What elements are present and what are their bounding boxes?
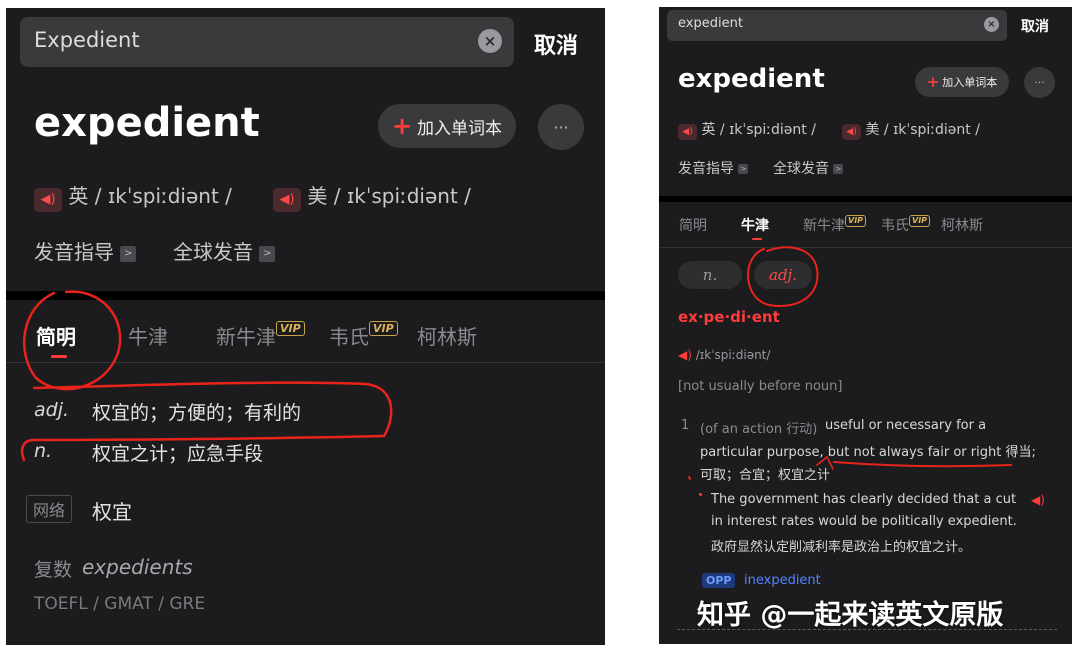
opposite-word-link[interactable]: inexpedient: [744, 573, 821, 588]
search-input[interactable]: expedient: [678, 16, 743, 31]
pron-us-ipa: / ɪkˈspiːdiənt /: [333, 184, 471, 208]
pron-uk[interactable]: ◀) 英 / ɪkˈspiːdiənt /: [678, 119, 816, 140]
tab-new-oxford[interactable]: 新牛津 VIP: [216, 321, 305, 350]
plural-label: 复数: [34, 559, 73, 581]
vip-badge: VIP: [909, 215, 931, 227]
pronunciation-guide-label: 发音指导: [34, 240, 114, 264]
headword: expedient: [678, 64, 825, 94]
web-definition: 权宜: [92, 500, 132, 524]
pron-uk-label: 英: [701, 122, 716, 138]
vip-badge: VIP: [276, 321, 305, 336]
speaker-icon[interactable]: ◀): [34, 187, 62, 212]
vip-badge: VIP: [845, 215, 867, 227]
global-pronunciation-link[interactable]: 全球发音 >: [773, 158, 844, 178]
def-pos-n: n.: [34, 440, 53, 462]
tab-oxford[interactable]: 牛津: [128, 321, 168, 350]
tab-webster[interactable]: 韦氏 VIP: [881, 215, 931, 235]
ellipsis-icon[interactable]: ···: [1024, 67, 1055, 98]
add-to-wordbook-button[interactable]: + 加入单词本: [915, 67, 1009, 97]
ellipsis-icon[interactable]: ···: [538, 104, 584, 150]
left-dictionary-screen: Expedient × 取消 expedient + 加入单词本 ··· ◀) …: [6, 8, 605, 645]
chevron-right-icon: >: [833, 164, 844, 174]
pron-us[interactable]: ◀) 美 / ɪkˈspiːdiənt /: [842, 119, 980, 140]
cancel-button[interactable]: 取消: [1021, 16, 1049, 36]
speaker-icon[interactable]: ◀): [1031, 493, 1045, 507]
tab-new-oxford-label: 新牛津: [216, 325, 276, 349]
plus-icon: +: [391, 112, 413, 140]
active-tab-indicator: [752, 238, 762, 240]
sense-number: 1: [681, 418, 690, 433]
pos-chip-adj[interactable]: adj.: [754, 261, 812, 289]
example-line2: in interest rates would be politically e…: [711, 514, 1017, 529]
tab-new-oxford-label: 新牛津: [803, 218, 845, 234]
pron-uk-ipa: / ɪkˈspiːdiənt /: [719, 122, 816, 138]
clear-icon[interactable]: ×: [984, 17, 999, 32]
tabs-divider: [6, 362, 605, 363]
tab-webster[interactable]: 韦氏 VIP: [329, 321, 398, 350]
add-to-wordbook-label: 加入单词本: [942, 76, 998, 89]
pron-uk[interactable]: ◀) 英 / ɪkˈspiːdiənt /: [34, 180, 232, 212]
web-tag: 网络: [26, 495, 73, 523]
global-pronunciation-label: 全球发音: [773, 161, 829, 177]
vip-badge: VIP: [369, 321, 398, 336]
pos-chip-noun[interactable]: n.: [678, 261, 742, 289]
section-divider: [6, 291, 605, 300]
pron-us-label: 美: [865, 122, 880, 138]
add-to-wordbook-button[interactable]: + 加入单词本: [378, 104, 516, 148]
example-bullet: [699, 493, 702, 496]
tab-new-oxford[interactable]: 新牛津 VIP: [803, 215, 867, 235]
oxford-pron[interactable]: ◀) /ɪkˈspiːdiənt/: [678, 348, 770, 362]
global-pronunciation-link[interactable]: 全球发音 >: [173, 236, 276, 265]
tab-collins[interactable]: 柯林斯: [941, 215, 983, 235]
pron-uk-ipa: / ɪkˈspiːdiənt /: [94, 184, 232, 208]
opposite-tag: OPP: [702, 573, 736, 588]
section-divider: [659, 196, 1072, 202]
tabs-divider: [659, 247, 1072, 248]
speaker-icon[interactable]: ◀): [273, 187, 301, 212]
speaker-icon[interactable]: ◀): [678, 124, 697, 140]
global-pronunciation-label: 全球发音: [173, 240, 253, 264]
tab-concise[interactable]: 简明: [36, 321, 76, 350]
sense-def-line2: particular purpose, but not always fair …: [700, 445, 1036, 460]
active-tab-indicator: [51, 355, 67, 358]
speaker-icon[interactable]: ◀): [678, 348, 692, 362]
def-text-n: 权宜之计；应急手段: [92, 443, 264, 465]
cancel-button[interactable]: 取消: [534, 28, 578, 60]
speaker-icon[interactable]: ◀): [842, 124, 861, 140]
clear-icon[interactable]: ×: [478, 29, 502, 53]
exam-tags: TOEFL / GMAT / GRE: [34, 594, 206, 614]
tab-collins[interactable]: 柯林斯: [417, 321, 477, 350]
tab-concise[interactable]: 简明: [679, 215, 707, 235]
example-translation: 政府显然认定削减利率是政治上的权宜之计。: [711, 540, 972, 555]
chevron-right-icon: >: [120, 245, 137, 262]
tab-oxford[interactable]: 牛津: [741, 215, 769, 235]
pron-us-ipa: / ɪkˈspiːdiənt /: [883, 122, 980, 138]
chevron-right-icon: >: [259, 245, 276, 262]
headword: expedient: [34, 100, 260, 146]
tab-webster-label: 韦氏: [329, 325, 369, 349]
plural-word[interactable]: expedients: [82, 555, 193, 579]
watermark: 知乎 @一起来读英文原版: [697, 600, 1004, 631]
sense-label: (of an action 行动): [700, 422, 818, 437]
sense-def-line3: 可取；合宜；权宜之计: [700, 468, 831, 483]
pron-us-label: 美: [307, 184, 328, 208]
sense-def-line1: useful or necessary for a: [825, 418, 987, 433]
add-to-wordbook-label: 加入单词本: [417, 118, 503, 139]
tab-webster-label: 韦氏: [881, 218, 909, 234]
pronunciation-guide-label: 发音指导: [678, 161, 734, 177]
def-pos-adj: adj.: [34, 399, 70, 421]
example-line1: The government has clearly decided that …: [711, 492, 1017, 507]
pron-us[interactable]: ◀) 美 / ɪkˈspiːdiənt /: [273, 180, 471, 212]
pronunciation-guide-link[interactable]: 发音指导 >: [34, 236, 137, 265]
def-text-adj: 权宜的；方便的；有利的: [92, 402, 302, 424]
grammar-note: [not usually before noun]: [678, 379, 843, 394]
pron-uk-label: 英: [68, 184, 89, 208]
search-input[interactable]: Expedient: [34, 28, 140, 52]
right-dictionary-screen: expedient × 取消 expedient + 加入单词本 ··· ◀) …: [659, 7, 1072, 644]
syllable-headword: ex·pe·di·ent: [678, 308, 780, 326]
oxford-ipa: /ɪkˈspiːdiənt/: [695, 348, 771, 362]
chevron-right-icon: >: [738, 164, 749, 174]
pronunciation-guide-link[interactable]: 发音指导 >: [678, 158, 749, 178]
plus-icon: +: [926, 73, 940, 91]
